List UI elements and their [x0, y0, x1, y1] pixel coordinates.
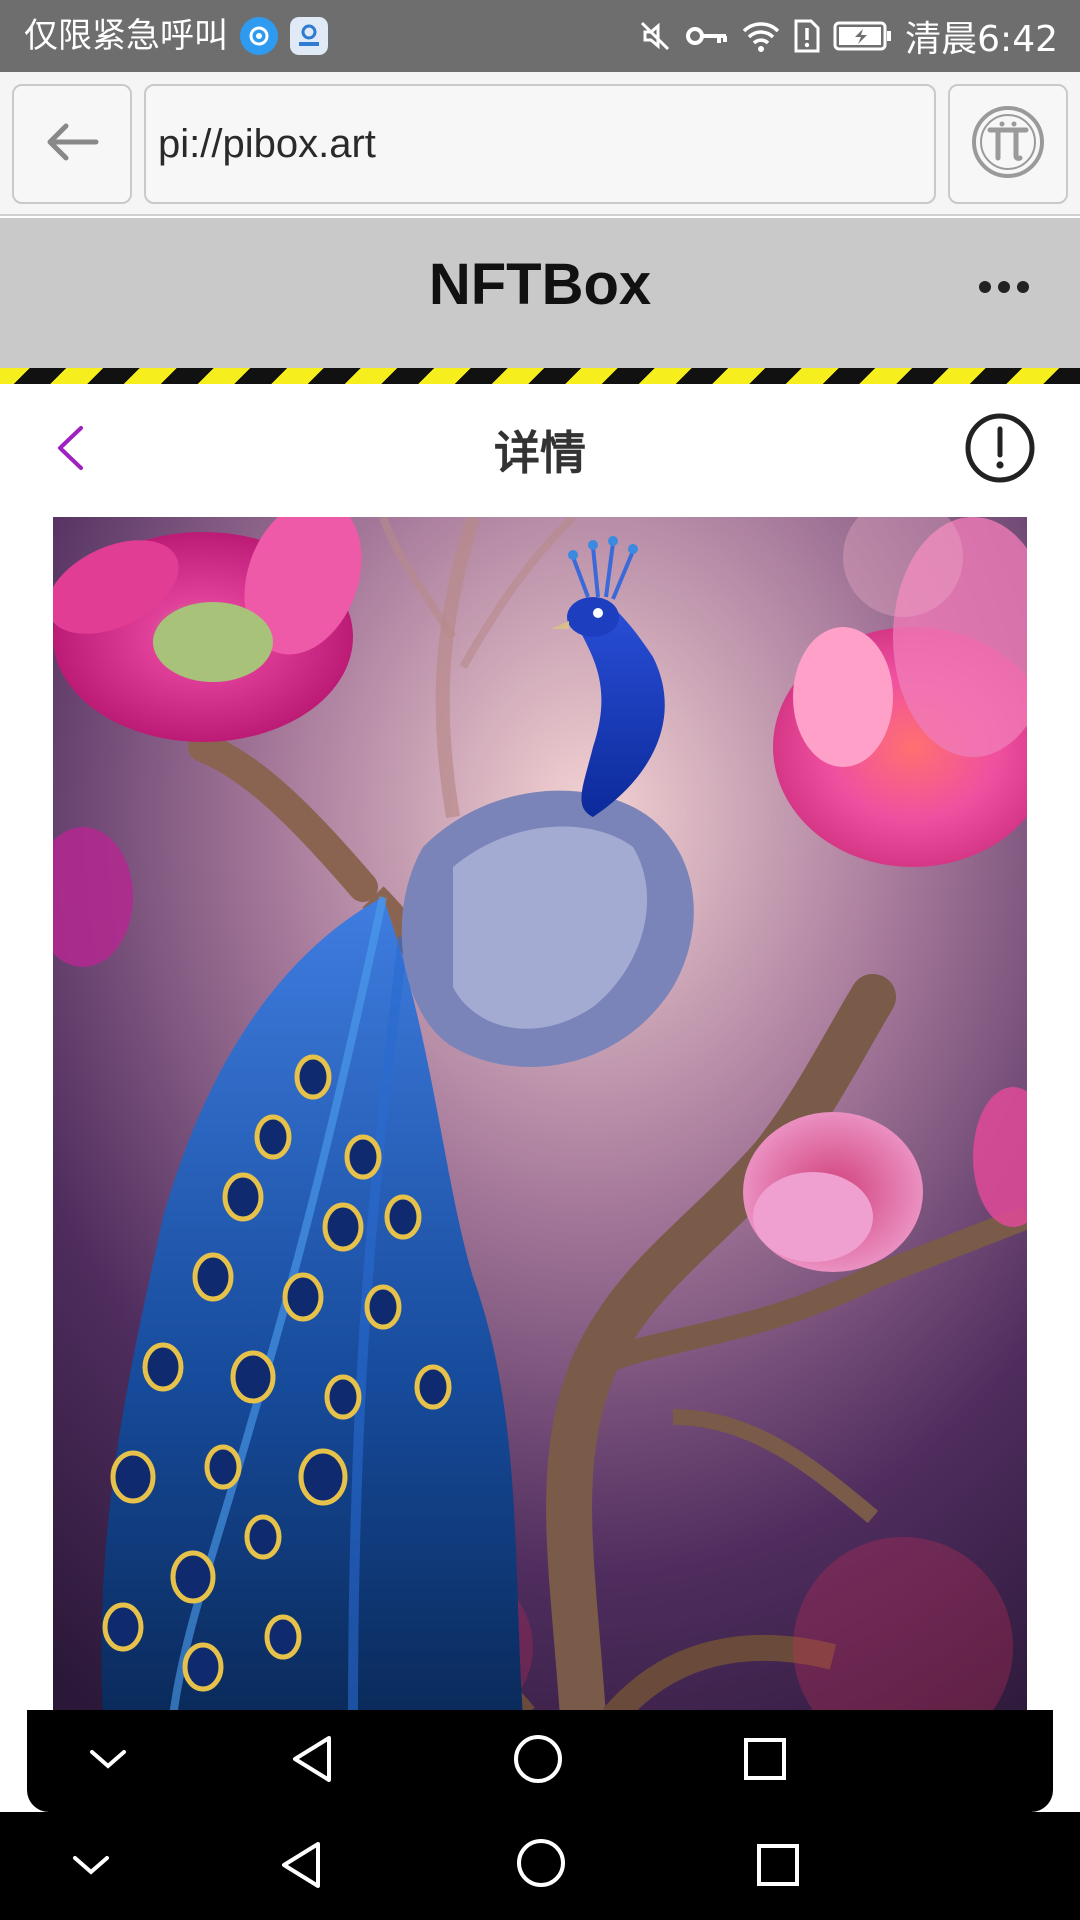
home-circle-icon — [516, 1838, 566, 1892]
app-header: NFTBox — [0, 218, 1080, 368]
floating-nav-bar — [27, 1710, 1053, 1812]
collapse-icon — [88, 1747, 128, 1775]
floating-back-button[interactable] — [281, 1726, 341, 1796]
peacock-on-branch-artwork — [53, 517, 1027, 1717]
floating-home-button[interactable] — [505, 1728, 571, 1794]
mute-icon — [637, 18, 673, 54]
hazard-stripe — [0, 368, 1080, 384]
sim-alert-icon — [793, 18, 821, 54]
pi-browser-button[interactable] — [948, 84, 1068, 204]
detail-title: 详情 — [494, 426, 586, 480]
wifi-icon — [741, 19, 781, 53]
back-triangle-icon — [278, 1840, 322, 1894]
browser-back-button[interactable] — [12, 84, 132, 204]
app-badge-contact-icon — [290, 17, 328, 55]
more-dots-icon — [978, 279, 1030, 298]
system-recents-button[interactable] — [748, 1836, 808, 1898]
more-button[interactable] — [974, 268, 1034, 308]
info-button[interactable] — [964, 412, 1036, 488]
pi-logo-icon — [970, 104, 1046, 184]
status-left: 仅限紧急呼叫 — [24, 0, 328, 72]
recents-square-icon — [742, 1736, 788, 1786]
url-text: pi://pibox.art — [158, 121, 376, 166]
screen: 仅限紧急呼叫 清晨6:42 pi://pibox.art NFTBox 详情 — [0, 0, 1080, 1920]
app-title: NFTBox — [428, 251, 652, 317]
system-nav-bar — [0, 1812, 1080, 1920]
flower-right — [743, 1112, 923, 1272]
floating-recents-button[interactable] — [735, 1730, 795, 1792]
collapse-icon — [71, 1853, 111, 1881]
status-bar: 仅限紧急呼叫 清晨6:42 — [0, 0, 1080, 72]
system-back-button[interactable] — [270, 1832, 330, 1902]
url-field[interactable]: pi://pibox.art — [144, 84, 936, 204]
system-collapse-button[interactable] — [56, 1842, 126, 1892]
status-time: 清晨6:42 — [905, 19, 1058, 60]
artwork-image[interactable] — [53, 517, 1027, 1717]
arrow-left-icon — [44, 122, 100, 166]
info-exclamation-icon — [964, 412, 1036, 488]
browser-bar: pi://pibox.art — [0, 72, 1080, 216]
home-circle-icon — [513, 1734, 563, 1788]
carrier-text: 仅限紧急呼叫 — [24, 16, 228, 56]
system-home-button[interactable] — [508, 1832, 574, 1898]
app-badge-swirl-icon — [240, 17, 278, 55]
recents-square-icon — [755, 1842, 801, 1892]
detail-header: 详情 — [0, 384, 1080, 516]
status-right: 清晨6:42 — [637, 10, 1058, 62]
back-triangle-icon — [289, 1734, 333, 1788]
key-icon — [685, 21, 729, 51]
floating-collapse-button[interactable] — [73, 1736, 143, 1786]
battery-charging-icon — [833, 20, 893, 52]
